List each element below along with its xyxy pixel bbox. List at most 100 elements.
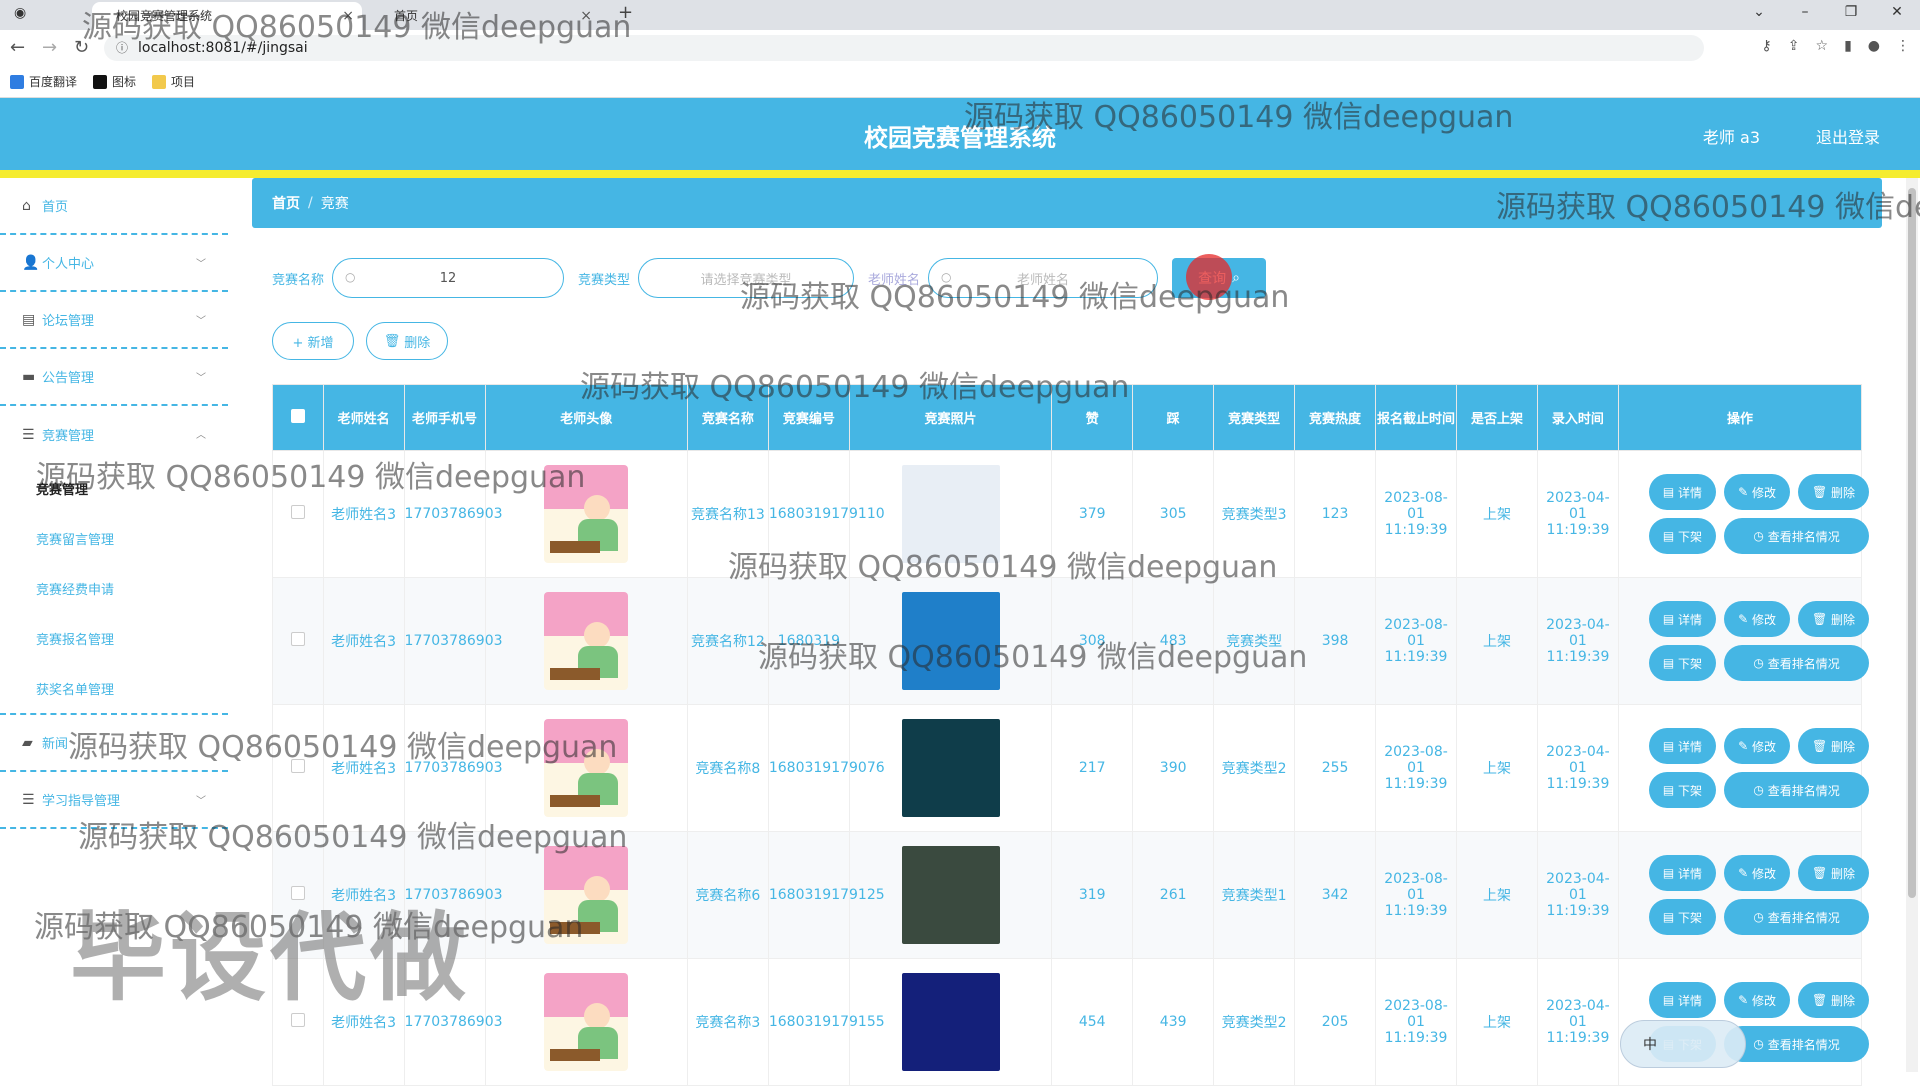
row-select-cell[interactable] <box>272 450 324 578</box>
column-header: 报名截止时间 <box>1375 384 1457 451</box>
cursor-highlight <box>1186 254 1232 300</box>
table-header-row: 老师姓名 老师手机号 老师头像 竞赛名称 竞赛编号 竞赛照片 赞 踩 竞赛类型 … <box>272 384 1863 451</box>
contest-name-cell: 竞赛名称12 <box>686 577 769 705</box>
detail-button[interactable]: ▤ 详情 <box>1648 601 1717 637</box>
tab-close-icon[interactable]: × <box>580 2 592 30</box>
row-select-cell[interactable] <box>272 577 324 705</box>
delete-button[interactable]: 🗑 删除 <box>1797 982 1870 1018</box>
submenu-contest-comments[interactable]: 竞赛留言管理 <box>0 513 228 563</box>
page-scrollbar[interactable] <box>1906 178 1918 1072</box>
like-count-cell: 379 <box>1051 450 1134 578</box>
submenu-contest-funding[interactable]: 竞赛经费申请 <box>0 563 228 613</box>
browser-tab-active[interactable]: 校园竞赛管理系统 × <box>92 2 362 30</box>
edit-button[interactable]: ✎ 修改 <box>1724 601 1790 637</box>
contest-photo-cell <box>848 577 1053 705</box>
row-checkbox[interactable] <box>290 759 305 773</box>
browser-menu-icon[interactable]: ◉ <box>14 5 26 21</box>
ime-widget[interactable]: 中 <box>1620 1020 1746 1068</box>
sidebar-item-notice[interactable]: ▬ 公告管理 ﹀ <box>0 349 228 406</box>
url-input[interactable]: ⓘ localhost:8081/#/jingsai <box>104 35 1704 61</box>
reload-icon[interactable]: ↻ <box>74 37 89 58</box>
submenu-contest-signup[interactable]: 竞赛报名管理 <box>0 613 228 663</box>
status-cell: 上架 <box>1455 704 1538 832</box>
site-info-icon[interactable]: ⓘ <box>116 35 128 61</box>
new-tab-icon[interactable]: + <box>618 2 633 23</box>
document-icon: ▤ <box>1662 993 1679 1007</box>
delete-button[interactable]: 🗑 删除 <box>1797 601 1870 637</box>
row-select-cell[interactable] <box>272 704 324 832</box>
view-ranking-button[interactable]: ◷ 查看排名情况 <box>1724 899 1870 935</box>
unpublish-button[interactable]: ▤ 下架 <box>1648 645 1717 681</box>
submenu-award-list[interactable]: 获奖名单管理 <box>0 663 228 713</box>
dislike-count-cell: 261 <box>1132 831 1215 959</box>
column-header: 竞赛编号 <box>767 384 850 451</box>
name-label: 竞赛名称 <box>272 272 325 288</box>
browser-tab-2[interactable]: 首页 × <box>370 2 600 30</box>
unpublish-button[interactable]: ▤ 下架 <box>1648 899 1717 935</box>
unpublish-button[interactable]: ▤ 下架 <box>1648 518 1717 554</box>
edit-button[interactable]: ✎ 修改 <box>1724 728 1790 764</box>
forward-icon[interactable]: → <box>42 37 57 58</box>
breadcrumb-home[interactable]: 首页 <box>272 193 300 213</box>
sidebar-item-study[interactable]: ☰ 学习指导管理 ﹀ <box>0 772 228 829</box>
select-all-checkbox[interactable] <box>290 408 305 423</box>
edit-button[interactable]: ✎ 修改 <box>1724 855 1790 891</box>
bookmark-translate[interactable]: 百度翻译 <box>10 73 77 90</box>
detail-button[interactable]: ▤ 详情 <box>1648 728 1717 764</box>
view-ranking-button[interactable]: ◷ 查看排名情况 <box>1724 645 1870 681</box>
chevron-down-icon: ﹀ <box>196 796 206 807</box>
tab-list-icon[interactable]: ⌄ <box>1736 0 1782 30</box>
list-icon: ☰ <box>22 791 35 808</box>
tab-close-icon[interactable]: × <box>342 2 354 30</box>
batch-delete-button[interactable]: 🗑 删除 <box>366 322 448 360</box>
sidebar-item-profile[interactable]: 👤 个人中心 ﹀ <box>0 235 228 292</box>
back-icon[interactable]: ← <box>10 37 25 58</box>
delete-button[interactable]: 🗑 删除 <box>1797 474 1870 510</box>
scrollbar-thumb[interactable] <box>1908 188 1916 898</box>
key-icon[interactable]: ⚷ <box>1762 38 1772 54</box>
sidebar-item-news[interactable]: ▰ 新闻 <box>0 715 228 772</box>
profile-icon[interactable]: ● <box>1868 38 1880 54</box>
sidebar-item-home[interactable]: ⌂ 首页 <box>0 178 228 235</box>
submenu-contest[interactable]: 竞赛管理 <box>0 463 228 513</box>
contest-code-cell: 1680319179155 <box>767 958 885 1086</box>
row-checkbox[interactable] <box>290 632 305 646</box>
chevron-down-icon: ﹀ <box>196 373 206 384</box>
teacher-search-input[interactable]: ○ 老师姓名 <box>928 258 1159 298</box>
detail-button[interactable]: ▤ 详情 <box>1648 982 1717 1018</box>
contest-type-cell: 竞赛类型2 <box>1213 704 1296 832</box>
unpublish-button[interactable]: ▤ 下架 <box>1648 772 1717 808</box>
share-icon[interactable]: ⇪ <box>1788 38 1800 54</box>
bookmark-icons[interactable]: 图标 <box>93 73 136 90</box>
row-checkbox[interactable] <box>290 505 305 519</box>
name-search-input[interactable]: ○ 12 <box>332 258 565 298</box>
type-select[interactable]: 请选择竞赛类型 <box>638 258 855 298</box>
sidepanel-icon[interactable]: ▮ <box>1844 38 1852 54</box>
contest-code-cell: 1680319179076 <box>767 704 885 832</box>
delete-button[interactable]: 🗑 删除 <box>1797 855 1870 891</box>
more-icon[interactable]: ⋮ <box>1896 38 1910 54</box>
restore-icon[interactable]: ❐ <box>1828 0 1874 30</box>
star-icon[interactable]: ☆ <box>1816 38 1829 54</box>
close-window-icon[interactable]: ✕ <box>1874 0 1920 30</box>
view-ranking-button[interactable]: ◷ 查看排名情况 <box>1724 772 1870 808</box>
chevron-up-icon: ︿ <box>196 430 206 441</box>
add-button[interactable]: + 新增 <box>272 322 354 360</box>
edit-button[interactable]: ✎ 修改 <box>1724 474 1790 510</box>
contest-photo <box>901 973 1000 1071</box>
logout-link[interactable]: 退出登录 <box>1816 124 1880 148</box>
view-ranking-button[interactable]: ◷ 查看排名情况 <box>1724 518 1870 554</box>
edit-button[interactable]: ✎ 修改 <box>1724 982 1790 1018</box>
sidebar-item-forum[interactable]: ▤ 论坛管理 ﹀ <box>0 292 228 349</box>
delete-button[interactable]: 🗑 删除 <box>1797 728 1870 764</box>
teacher-avatar-cell <box>484 577 688 705</box>
minimize-icon[interactable]: – <box>1782 0 1828 30</box>
detail-button[interactable]: ▤ 详情 <box>1648 474 1717 510</box>
sidebar-item-contest[interactable]: ☰ 竞赛管理 ︿ <box>0 406 228 463</box>
bookmark-projects[interactable]: 项目 <box>152 73 195 90</box>
dislike-count-cell: 439 <box>1132 958 1215 1086</box>
select-all-cell[interactable] <box>272 384 324 451</box>
detail-button[interactable]: ▤ 详情 <box>1648 855 1717 891</box>
browser-tab-0[interactable] <box>40 2 84 30</box>
header-stripe <box>0 170 1920 178</box>
